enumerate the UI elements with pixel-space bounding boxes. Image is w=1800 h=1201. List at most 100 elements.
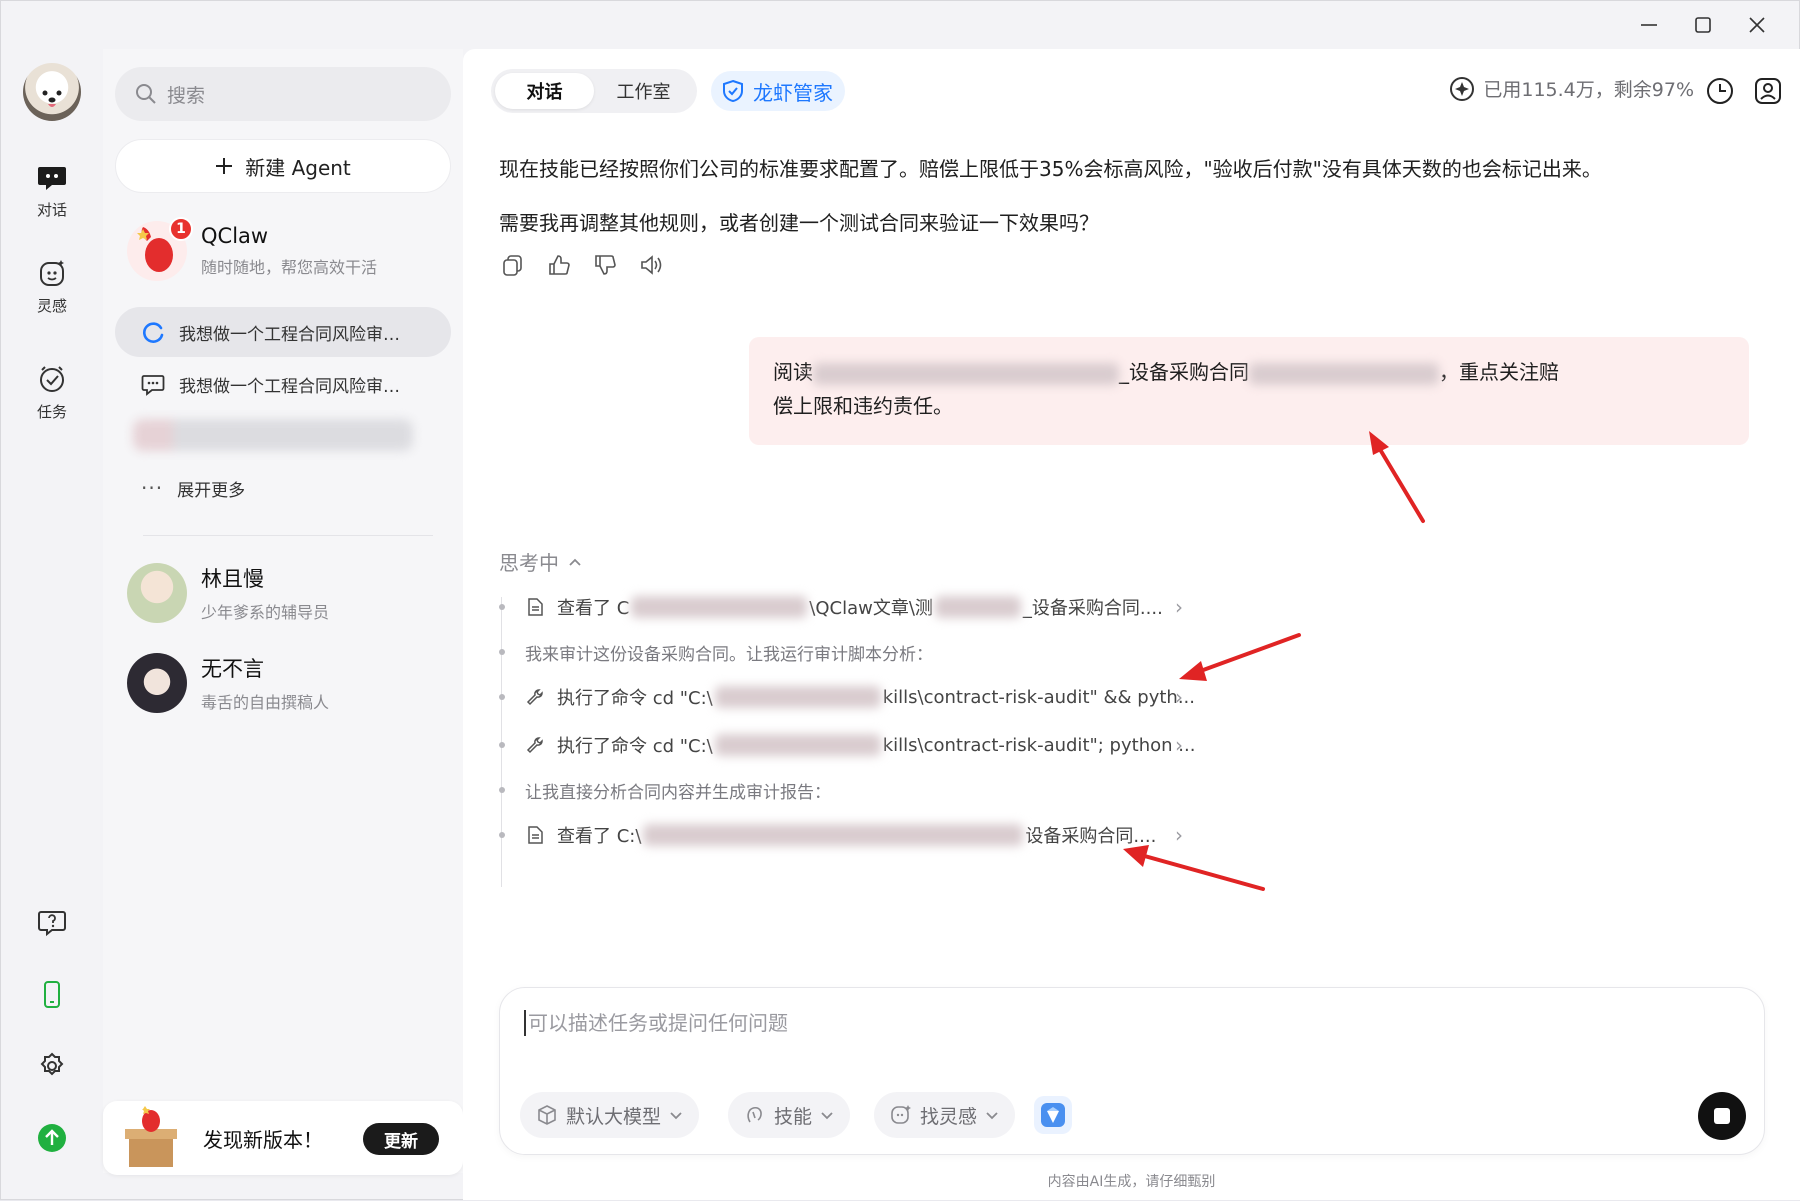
title-bar: [1, 1, 1799, 49]
unread-badge: 1: [169, 217, 193, 241]
assistant-message-line: 需要我再调整其他规则，或者创建一个测试合同来验证一下效果吗？: [499, 211, 1099, 235]
close-button[interactable]: [1737, 9, 1777, 41]
speaker-icon[interactable]: [639, 253, 663, 277]
cube-icon: [538, 1105, 556, 1125]
update-button[interactable]: 更新: [363, 1123, 439, 1155]
agent-subtitle: 毒舌的自由撰稿人: [201, 693, 330, 712]
conversation-item[interactable]: 我想做一个工程合同风险审…: [115, 359, 451, 409]
profile-button[interactable]: [1750, 73, 1786, 109]
upgrade-button[interactable]: [29, 1115, 75, 1161]
chevron-right-icon[interactable]: ›: [1175, 733, 1183, 757]
nav-rail: 对话 灵感 任务: [1, 1, 103, 1201]
rail-item-chat[interactable]: 对话: [15, 153, 89, 227]
usage-indicator[interactable]: 已用115.4万，剩余97%: [1449, 75, 1694, 102]
thinking-step-file[interactable]: 查看了 C:\ 设备采购合同.... ›: [499, 820, 1183, 850]
ai-disclaimer: 内容由AI生成，请仔细甄别: [1047, 1174, 1216, 1190]
update-banner: 发现新版本！ 更新: [103, 1101, 463, 1175]
thinking-step-tool[interactable]: 执行了命令 cd "C:\ kills\contract-risk-audit"…: [499, 730, 1195, 760]
skills-select[interactable]: 技能: [728, 1092, 851, 1138]
redacted-path: [631, 596, 808, 618]
rail-label-chat: 对话: [36, 200, 67, 219]
annotation-arrow: [1179, 633, 1301, 681]
timeline-dot: [499, 649, 505, 655]
help-icon: [38, 911, 66, 937]
chat-bubble-icon: [141, 375, 165, 396]
qclaw-avatar: 1: [127, 217, 193, 281]
copy-icon[interactable]: [501, 253, 525, 277]
agent-item-qclaw[interactable]: 1 QClaw 随时随地，帮您高效干活: [115, 213, 451, 289]
thinking-step-tool[interactable]: 执行了命令 cd "C:\ kills\contract-risk-audit"…: [499, 682, 1195, 712]
shield-icon: [723, 79, 743, 103]
thinking-step-file[interactable]: 查看了 C \QClaw文章\测 _设备采购合同.... ›: [499, 592, 1183, 622]
chevron-right-icon[interactable]: ›: [1175, 595, 1183, 619]
settings-button[interactable]: [29, 1043, 75, 1089]
mobile-button[interactable]: [29, 971, 75, 1017]
user-message-suffix: ，重点关注赔: [1439, 360, 1559, 384]
sidebar: 搜索 新建 Agent 1 QClaw 随时随地，帮您高效干活 我想做一个工程合…: [103, 49, 463, 1175]
conversation-title: 我想做一个工程合同风险审…: [179, 324, 400, 345]
annotation-arrow: [1369, 431, 1425, 523]
user-avatar[interactable]: [23, 63, 81, 121]
chevron-down-icon: [670, 1112, 682, 1120]
tab-studio[interactable]: 工作室: [594, 73, 693, 109]
show-more-label: 展开更多: [177, 480, 246, 501]
step-text: 让我直接分析合同内容并生成审计报告：: [525, 782, 831, 803]
gear-icon: [40, 1052, 64, 1076]
document-icon: [528, 826, 543, 844]
search-icon: [136, 84, 156, 104]
palm-icon: [747, 1106, 762, 1123]
thinking-step-note: 我来审计这份设备采购合同。让我运行审计脚本分析：: [499, 637, 933, 667]
user-message-middle: _设备采购合同: [1119, 360, 1249, 384]
new-agent-label: 新建 Agent: [245, 155, 351, 180]
conversation-title: 我想做一个工程合同风险审…: [179, 376, 400, 397]
app-window: 对话 灵感 任务 搜索 新建 Agent 1 QClaw 随时随地，帮您高效干活…: [0, 0, 1800, 1200]
agent-item-wubuyan[interactable]: 无不言 毒舌的自由撰稿人: [115, 645, 451, 721]
maximize-icon: [1695, 17, 1711, 33]
inspiration-select[interactable]: 找灵感: [874, 1092, 1016, 1138]
new-agent-button[interactable]: 新建 Agent: [115, 139, 451, 193]
search-input[interactable]: 搜索: [115, 67, 451, 121]
thumbs-down-icon[interactable]: [593, 253, 617, 277]
mode-tabs: 对话 工作室: [491, 69, 697, 113]
stop-generation-button[interactable]: [1698, 1092, 1746, 1140]
wrench-icon: [526, 737, 543, 754]
wubuyan-avatar: [127, 653, 187, 713]
wrench-icon: [526, 689, 543, 706]
minimize-button[interactable]: [1629, 9, 1669, 41]
agent-item-linqieman[interactable]: 林且慢 少年爹系的辅导员: [115, 555, 451, 631]
rail-item-inspiration[interactable]: 灵感: [15, 249, 89, 323]
thinking-header: 思考中: [499, 551, 559, 575]
user-message-line2: 偿上限和违约责任。: [773, 394, 953, 418]
rail-label-inspiration: 灵感: [36, 296, 67, 315]
tab-chat[interactable]: 对话: [495, 73, 594, 109]
app-shortcut-button[interactable]: [1034, 1096, 1072, 1134]
clock-icon: [1707, 78, 1733, 104]
rail-item-tasks[interactable]: 任务: [15, 355, 89, 429]
redacted-path: [714, 686, 881, 708]
show-more-button[interactable]: ··· 展开更多: [115, 463, 451, 513]
usage-text: 已用115.4万，剩余97%: [1483, 79, 1694, 101]
dog-avatar-icon: [42, 90, 62, 107]
timeline-dot: [499, 694, 505, 700]
model-select[interactable]: 默认大模型: [520, 1092, 700, 1138]
conversation-item-active[interactable]: 我想做一个工程合同风险审…: [115, 307, 451, 357]
help-button[interactable]: [29, 899, 75, 945]
message-actions: [501, 253, 663, 277]
redacted-text: [1249, 362, 1439, 385]
history-button[interactable]: [1702, 73, 1738, 109]
search-placeholder: 搜索: [167, 84, 206, 107]
thumbs-up-icon[interactable]: [547, 253, 571, 277]
chat-icon: [38, 166, 66, 190]
loading-spinner-icon: [143, 322, 164, 343]
steward-button[interactable]: 龙虾管家: [711, 71, 845, 111]
thinking-toggle[interactable]: 思考中: [499, 547, 583, 576]
user-icon: [1755, 78, 1781, 104]
message-input[interactable]: 可以描述任务或提问任何问题: [524, 1010, 788, 1036]
chevron-right-icon[interactable]: ›: [1175, 685, 1183, 709]
chat-panel: 对话 工作室 龙虾管家 已用115.4万，剩余97% 现在技能已经按照你们公司的…: [463, 49, 1800, 1200]
minimize-icon: [1641, 24, 1657, 26]
message-composer: 可以描述任务或提问任何问题 默认大模型 技能 找灵感: [499, 987, 1765, 1155]
maximize-button[interactable]: [1683, 9, 1723, 41]
step-text: kills\contract-risk-audit"; python ...: [882, 734, 1196, 756]
step-text: 执行了命令 cd "C:\: [557, 688, 713, 709]
